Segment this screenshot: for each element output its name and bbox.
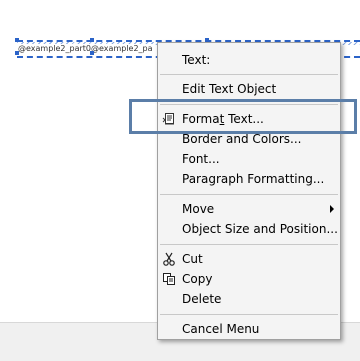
menu-item-label: Edit Text Object (182, 82, 277, 96)
menu-item-text[interactable]: Text: (158, 50, 340, 70)
menu-item-copy[interactable]: Copy (158, 269, 340, 289)
menu-item-label: Text: (182, 53, 211, 67)
menu-item-move[interactable]: Move (158, 199, 340, 219)
selection-handle[interactable] (90, 38, 94, 42)
chevron-right-icon (330, 205, 334, 213)
selection-handle[interactable] (15, 51, 19, 55)
menu-separator (160, 194, 338, 195)
menu-item-label: Copy (182, 272, 213, 286)
text-object-content: @example2_part0@example2_pa (18, 44, 153, 54)
menu-item-label: Cut (182, 252, 203, 266)
menu-separator (160, 74, 338, 75)
menu-item-label: Delete (182, 292, 222, 306)
selection-handle[interactable] (15, 38, 19, 42)
menu-item-font[interactable]: Font... (158, 149, 340, 169)
menu-item-cut[interactable]: Cut (158, 249, 340, 269)
menu-item-paragraph-formatting[interactable]: Paragraph Formatting... (158, 169, 340, 189)
copy-icon (162, 272, 176, 286)
context-menu: Text: Edit Text Object Format Text... Bo… (157, 42, 341, 340)
menu-item-label: Object Size and Position... (182, 222, 338, 236)
scissors-icon (162, 252, 176, 266)
focus-highlight (129, 99, 357, 134)
menu-separator (160, 314, 338, 315)
menu-item-delete[interactable]: Delete (158, 289, 340, 309)
selection-handle[interactable] (90, 51, 94, 55)
menu-separator (160, 244, 338, 245)
menu-item-label: Paragraph Formatting... (182, 172, 325, 186)
menu-item-object-size-and-position[interactable]: Object Size and Position... (158, 219, 340, 239)
menu-item-label: Cancel Menu (182, 322, 260, 336)
menu-item-label: Font... (182, 152, 220, 166)
menu-item-cancel-menu[interactable]: Cancel Menu (158, 319, 340, 339)
menu-item-label: Move (182, 202, 215, 216)
menu-item-edit-text-object[interactable]: Edit Text Object (158, 79, 340, 99)
